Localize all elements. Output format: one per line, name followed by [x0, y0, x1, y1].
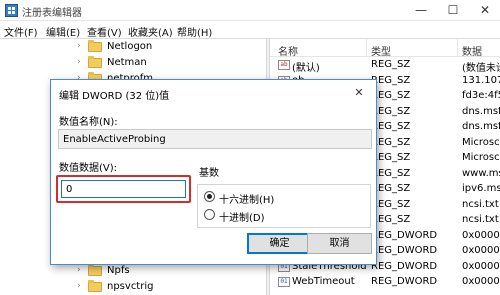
column-header-data[interactable]: 数据 — [462, 43, 482, 58]
minimize-button[interactable]: — — [404, 0, 438, 21]
window-titlebar: 注册表编辑器 — ☐ ✕ — [0, 0, 500, 21]
list-row[interactable]: ab(默认) REG_SZ (数值未设 — [270, 58, 500, 74]
value-data-label: 数值数据(V): — [59, 163, 118, 174]
value-name-label: 数值名称(N): — [59, 117, 118, 128]
column-header-type[interactable]: 类型 — [371, 43, 391, 58]
value-type-cell: REG_DWORD — [371, 276, 438, 287]
value-data-cell: dns.msf — [462, 105, 500, 117]
tree-item-netlogon[interactable]: › Netlogon — [60, 40, 260, 55]
dword-value-icon: 01 — [278, 277, 290, 287]
folder-icon — [88, 40, 102, 52]
tree-item-npsvctrig[interactable]: › npsvctrig — [60, 280, 260, 295]
radio-dec-label: 十进制(D) — [219, 213, 265, 224]
value-data-cell: (数值未设 — [462, 63, 500, 74]
list-header: 名称 类型 数据 — [270, 39, 500, 58]
edit-dword-dialog: 编辑 DWORD (32 位)值 ✕ 数值名称(N): EnableActive… — [50, 79, 377, 265]
column-divider[interactable] — [366, 39, 367, 57]
value-name-field: EnableActiveProbing — [58, 129, 372, 149]
value-data-highlight-box — [56, 175, 191, 203]
menu-view[interactable]: 查看(V) — [87, 24, 122, 39]
dialog-titlebar: 编辑 DWORD (32 位)值 ✕ — [51, 80, 376, 105]
dialog-title: 编辑 DWORD (32 位)值 — [59, 91, 170, 102]
window-title: 注册表编辑器 — [22, 8, 82, 19]
menu-edit[interactable]: 编辑(E) — [46, 24, 80, 39]
dialog-close-icon[interactable]: ✕ — [351, 85, 367, 101]
column-divider[interactable] — [457, 39, 458, 57]
tree-item-netman[interactable]: › Netman — [60, 56, 260, 71]
close-window-button[interactable]: ✕ — [468, 0, 500, 21]
expand-arrow-icon[interactable]: › — [77, 281, 81, 291]
value-data-cell: fd3e:4f5 — [462, 90, 500, 101]
value-type-cell: REG_SZ — [371, 59, 411, 70]
value-data-cell: 0x00000 — [462, 276, 500, 287]
menu-bar: 文件(F) 编辑(E) 查看(V) 收藏夹(A) 帮助(H) — [0, 21, 500, 39]
radio-hex-label: 十六进制(H) — [219, 195, 275, 206]
value-name-cell: (默认) — [292, 63, 320, 74]
value-data-cell: Microsc — [462, 136, 500, 148]
menu-help[interactable]: 帮助(H) — [177, 24, 212, 39]
radio-dec[interactable]: 十进制(D) — [204, 208, 324, 224]
value-data-cell: 0x0000C — [462, 245, 500, 256]
value-name-cell: WebTimeout — [292, 276, 355, 287]
expand-arrow-icon[interactable]: › — [77, 57, 81, 67]
tree-item-label: npsvctrig — [107, 281, 154, 292]
value-data-cell: 131.107 — [462, 74, 500, 86]
menu-file[interactable]: 文件(F) — [4, 24, 38, 39]
base-group-title: 基数 — [197, 164, 221, 179]
value-data-cell: ncsi.txt — [462, 214, 499, 225]
value-type-cell: REG_DWORD — [371, 260, 438, 272]
radio-hex[interactable]: 十六进制(H) — [204, 190, 324, 206]
value-data-cell: ncsi.txt — [462, 198, 499, 210]
value-type-cell: REG_DWORD — [371, 229, 438, 241]
tree-item-label: Netman — [107, 57, 147, 68]
value-data-input[interactable] — [61, 180, 186, 198]
value-type-cell: REG_DWORD — [371, 245, 438, 256]
list-row[interactable]: 01WebTimeout REG_DWORD 0x00000 — [270, 275, 500, 290]
value-data-cell: www.ms — [462, 167, 500, 179]
ok-button[interactable]: 确定 — [247, 233, 312, 254]
value-data-cell: ipv6.ms — [462, 183, 500, 194]
column-header-name[interactable]: 名称 — [278, 43, 298, 58]
string-value-icon: ab — [278, 60, 290, 70]
menu-favorites[interactable]: 收藏夹(A) — [128, 24, 173, 39]
registry-app-icon — [5, 4, 18, 17]
value-data-cell: 0x0000C — [462, 229, 500, 241]
folder-icon — [88, 56, 102, 68]
maximize-button[interactable]: ☐ — [436, 0, 470, 21]
expand-arrow-icon[interactable]: › — [77, 41, 81, 51]
folder-icon — [88, 280, 102, 292]
tree-item-npfs[interactable]: › Npfs — [60, 264, 260, 279]
folder-icon — [88, 264, 102, 276]
radio-dec-button[interactable] — [204, 209, 215, 220]
value-data-cell: 0x00000 — [462, 260, 500, 272]
cancel-button[interactable]: 取消 — [307, 233, 372, 254]
value-data-cell: dns.msf — [462, 121, 500, 132]
tree-item-label: Netlogon — [107, 41, 153, 52]
value-data-cell: Microsc — [462, 152, 500, 163]
tree-item-label: Npfs — [107, 265, 130, 276]
expand-arrow-icon[interactable]: › — [77, 265, 81, 275]
radio-hex-button[interactable] — [204, 191, 215, 202]
